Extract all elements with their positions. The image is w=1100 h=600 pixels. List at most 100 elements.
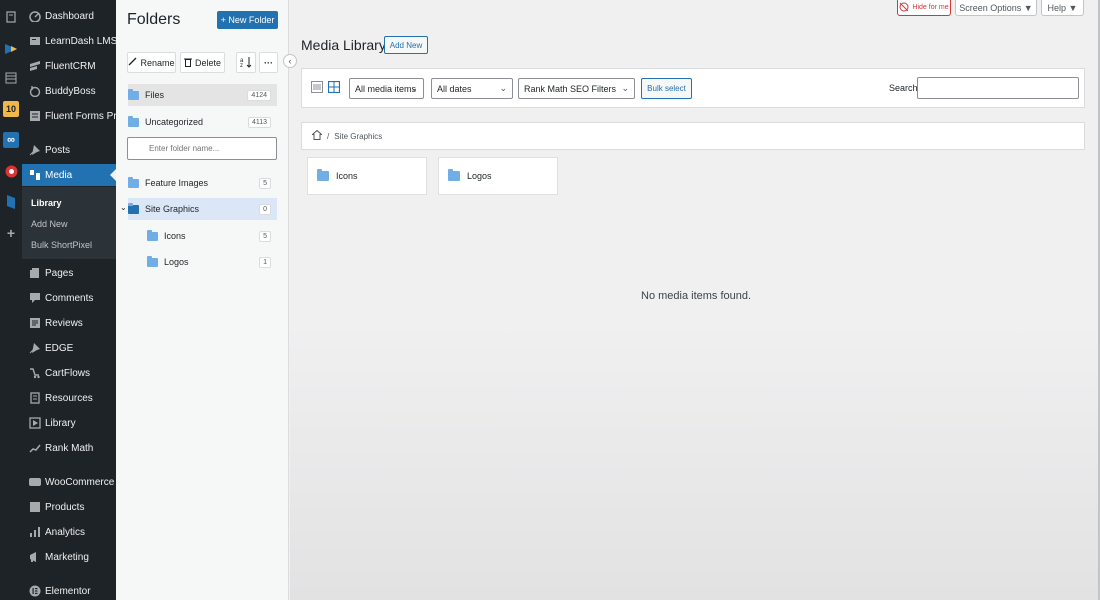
breadcrumb-separator: / — [327, 131, 330, 141]
menu-item-library[interactable]: Library — [22, 412, 116, 434]
rename-label: Rename — [140, 57, 175, 68]
media-type-select[interactable]: All media items ⌄ — [349, 78, 424, 99]
submenu-add-new[interactable]: Add New — [31, 219, 68, 229]
comments-icon — [29, 292, 41, 304]
folder-card-label: Icons — [336, 171, 358, 181]
new-folder-button[interactable]: + New Folder — [217, 11, 278, 29]
page-title: Media Library — [301, 37, 386, 53]
folder-icon — [147, 255, 158, 267]
menu-item-buddyboss[interactable]: BuddyBoss — [22, 80, 116, 102]
folder-label: Uncategorized — [145, 117, 204, 127]
media-toolbar: All media items ⌄ All dates ⌄ Rank Math SE… — [301, 68, 1085, 108]
search-input[interactable] — [917, 77, 1079, 99]
folder-count: 1 — [259, 256, 271, 268]
folder-files[interactable]: Files 4124 — [128, 84, 277, 106]
woocommerce-icon — [29, 476, 41, 488]
menu-item-fluent-forms[interactable]: Fluent Forms Pro — [22, 105, 122, 127]
folder-icon — [128, 88, 139, 100]
admin-menu: Dashboard LearnDash LMS FluentCRM BuddyB… — [22, 0, 122, 600]
breadcrumb-current[interactable]: Site Graphics — [334, 132, 382, 141]
sort-button[interactable]: az — [236, 52, 256, 73]
play-icon[interactable] — [3, 41, 19, 57]
folder-icon — [128, 202, 139, 214]
menu-item-comments[interactable]: Comments — [22, 287, 116, 309]
folder-uncategorized[interactable]: Uncategorized 4113 — [128, 111, 277, 133]
more-button[interactable]: ··· — [259, 52, 278, 73]
plus-glyph: + — [6, 225, 16, 241]
pages-icon — [29, 267, 41, 279]
screen-options-button[interactable]: Screen Options ▼ — [955, 0, 1037, 16]
menu-item-reviews[interactable]: Reviews — [22, 312, 116, 334]
menu-label: Resources — [45, 392, 93, 404]
menu-label: Rank Math — [45, 442, 94, 454]
submenu-library[interactable]: Library — [31, 198, 62, 208]
more-label: ··· — [264, 57, 273, 68]
eye-slash-icon — [899, 2, 909, 14]
submenu-bulk-shortpixel[interactable]: Bulk ShortPixel — [31, 240, 92, 250]
grid-view-icon[interactable] — [327, 80, 341, 96]
folder-feature-images[interactable]: Feature Images 5 — [128, 172, 277, 194]
menu-item-dashboard[interactable]: Dashboard — [22, 5, 116, 27]
date-select[interactable]: All dates ⌄ — [431, 78, 513, 99]
menu-item-pages[interactable]: Pages — [22, 262, 116, 284]
folder-card-logos[interactable]: Logos — [438, 157, 558, 195]
menu-item-rank-math[interactable]: Rank Math — [22, 437, 116, 459]
folder-count: 4113 — [247, 116, 271, 128]
chevron-down-icon[interactable]: ⌄ — [120, 203, 127, 212]
bulk-select-button[interactable]: Bulk select — [641, 78, 692, 99]
plus-icon[interactable]: + — [3, 225, 19, 241]
media-icon — [29, 169, 41, 181]
infinity-icon[interactable]: ∞ — [3, 132, 19, 148]
menu-item-media[interactable]: Media — [22, 164, 116, 186]
rename-button[interactable]: Rename — [127, 52, 176, 73]
folder-icon — [128, 176, 139, 188]
menu-item-edge[interactable]: EDGE — [22, 337, 116, 359]
bookmark-icon[interactable] — [3, 194, 19, 210]
learndash-icon — [29, 35, 41, 47]
folder-label: Files — [145, 90, 165, 100]
menu-item-woocommerce[interactable]: WooCommerce — [22, 471, 116, 493]
select-value: All media items — [355, 83, 417, 94]
collapse-panel-button[interactable]: ‹ — [283, 54, 297, 68]
library-icon — [29, 417, 41, 429]
delete-button[interactable]: Delete — [180, 52, 225, 73]
menu-item-fluentcrm[interactable]: FluentCRM — [22, 55, 116, 77]
menu-item-learndash[interactable]: LearnDash LMS — [22, 30, 117, 52]
empty-message: No media items found. — [641, 290, 752, 302]
folder-logos[interactable]: Logos 1 — [147, 251, 277, 273]
menu-item-cartflows[interactable]: CartFlows — [22, 362, 116, 384]
folder-name-input[interactable] — [127, 137, 277, 160]
hide-for-me-button[interactable]: Hide for me — [897, 0, 951, 16]
menu-label: FluentCRM — [45, 60, 96, 72]
menu-label: WooCommerce — [45, 476, 115, 488]
folder-card-icons[interactable]: Icons — [307, 157, 427, 195]
resources-icon — [29, 392, 41, 404]
chevron-left-icon: ‹ — [288, 56, 292, 66]
record-icon[interactable] — [3, 163, 19, 179]
calendar-icon[interactable]: 10 — [3, 101, 19, 117]
grid-icon[interactable] — [3, 70, 19, 86]
add-new-button[interactable]: Add New — [384, 36, 428, 54]
menu-item-marketing[interactable]: Marketing — [22, 546, 116, 568]
home-icon[interactable] — [311, 129, 323, 142]
folder-label: Feature Images — [145, 178, 209, 188]
folders-panel: Folders + New Folder Rename Delete az ··… — [116, 0, 289, 600]
folder-icons[interactable]: Icons 5 — [147, 225, 277, 247]
chevron-down-icon: ⌄ — [410, 83, 418, 93]
folder-icon — [448, 169, 460, 181]
menu-item-analytics[interactable]: Analytics — [22, 521, 116, 543]
elementor-icon — [29, 585, 41, 597]
folder-icon — [128, 115, 139, 127]
menu-item-posts[interactable]: Posts — [22, 139, 116, 161]
list-view-icon[interactable] — [311, 81, 323, 96]
menu-item-resources[interactable]: Resources — [22, 387, 116, 409]
menu-label: Posts — [45, 144, 71, 156]
help-button[interactable]: Help ▼ — [1041, 0, 1084, 16]
menu-item-elementor[interactable]: Elementor — [22, 580, 116, 600]
folder-site-graphics[interactable]: ⌄ Site Graphics 0 — [120, 198, 277, 220]
folder-label: Icons — [164, 231, 186, 241]
seo-filter-select[interactable]: Rank Math SEO Filters ⌄ — [518, 78, 635, 99]
folder-count: 5 — [259, 230, 271, 242]
notes-icon[interactable] — [3, 9, 19, 25]
menu-item-products[interactable]: Products — [22, 496, 116, 518]
